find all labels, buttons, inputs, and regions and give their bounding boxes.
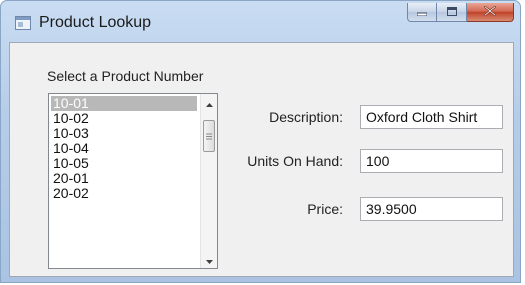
close-icon [483,3,497,21]
minimize-button[interactable] [407,3,437,22]
caption-buttons [407,3,514,23]
list-item[interactable]: 10-05 [51,156,197,171]
list-item[interactable]: 10-04 [51,141,197,156]
form-client-area: Select a Product Number 10-01 10-02 10-03 1… [9,42,514,277]
close-button[interactable] [467,3,514,22]
description-textbox[interactable]: Oxford Cloth Shirt [360,105,503,129]
units-on-hand-label: Units On Hand: [247,153,343,169]
list-item[interactable]: 10-03 [51,126,197,141]
product-number-listbox[interactable]: 10-01 10-02 10-03 10-04 10-05 20-01 20-02 [48,93,218,269]
units-on-hand-textbox[interactable]: 100 [360,149,503,173]
grip-icon [206,127,212,145]
window-app-icon [15,16,31,30]
list-item[interactable]: 20-01 [51,171,197,186]
scroll-up-button[interactable] [201,94,217,112]
scroll-down-arrow-icon [206,251,213,269]
scroll-down-button[interactable] [201,251,217,269]
product-lookup-window: Product Lookup Select a Product Number 1… [0,0,521,283]
price-label: Price: [307,201,343,217]
list-item[interactable]: 20-02 [51,186,197,201]
list-item[interactable]: 10-02 [51,111,197,126]
listbox-scrollbar[interactable] [200,94,217,268]
scroll-up-arrow-icon [206,94,213,112]
product-list-label: Select a Product Number [47,68,204,84]
price-textbox[interactable]: 39.9500 [360,197,503,221]
scroll-thumb[interactable] [203,120,215,152]
list-item[interactable]: 10-01 [51,96,197,111]
description-label: Description: [269,109,343,125]
window-title: Product Lookup [39,14,152,31]
maximize-button[interactable] [437,3,467,22]
product-list-items: 10-01 10-02 10-03 10-04 10-05 20-01 20-02 [51,96,197,201]
maximize-icon [446,3,457,21]
minimize-icon [416,3,428,21]
title-bar[interactable]: Product Lookup [1,1,520,41]
